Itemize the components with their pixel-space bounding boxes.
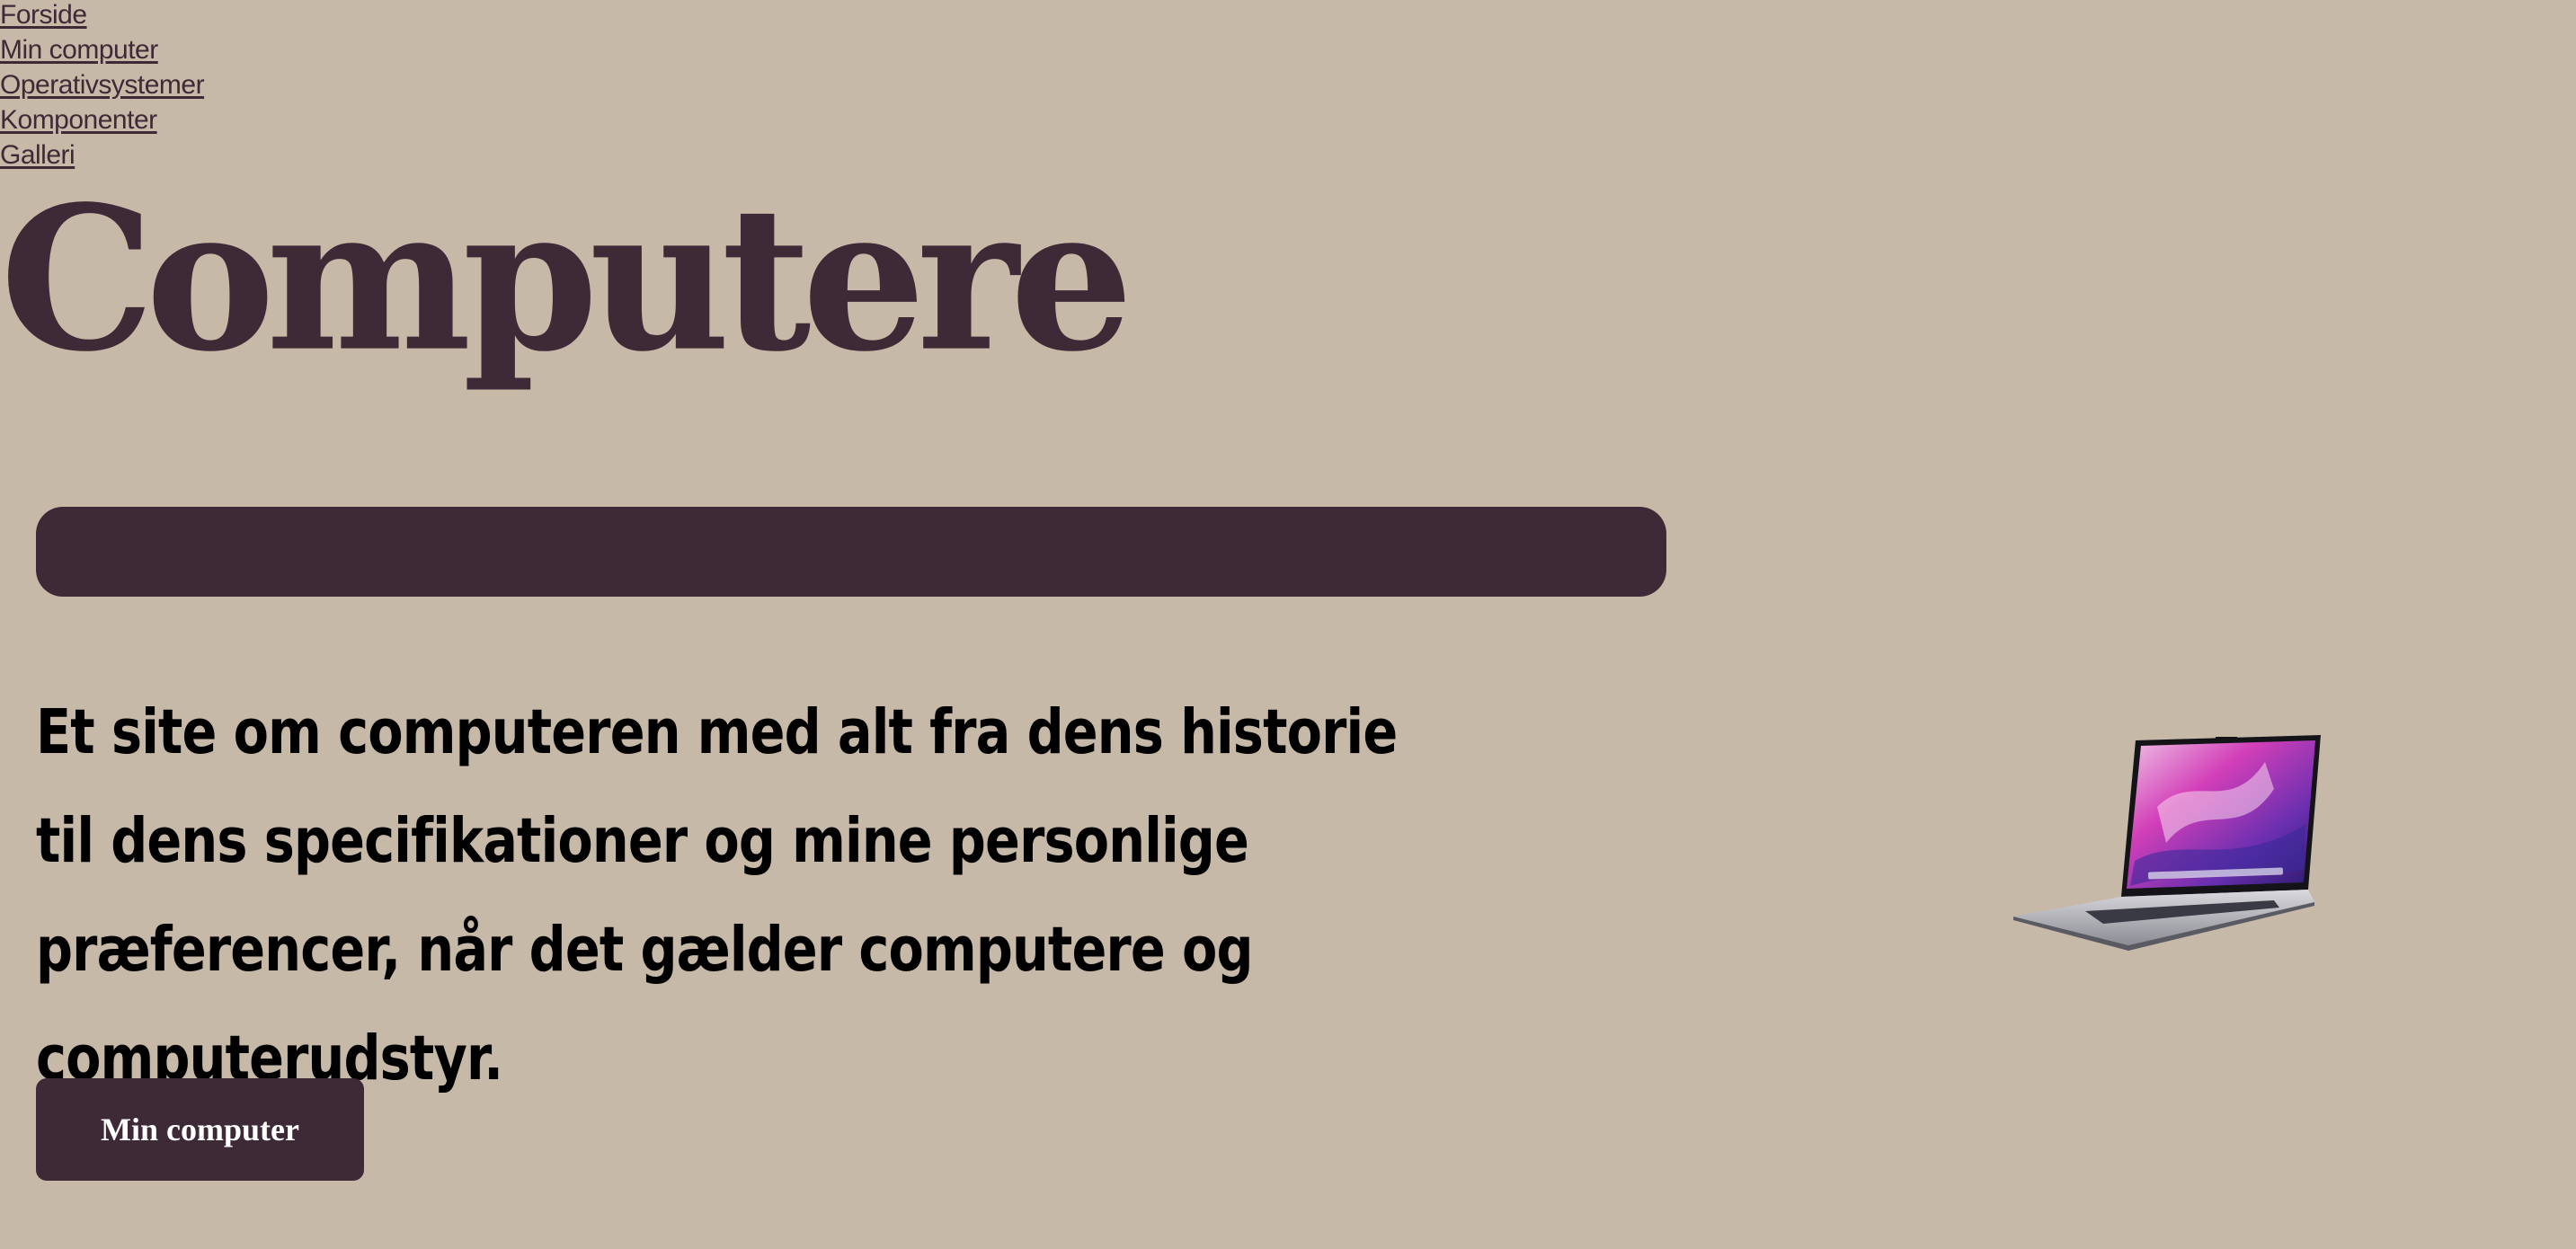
laptop-image <box>2013 735 2321 951</box>
intro-text: Et site om computeren med alt fra dens h… <box>36 696 1398 1094</box>
nav-link-min-computer[interactable]: Min computer <box>0 35 158 65</box>
nav-item: Komponenter <box>0 105 204 140</box>
nav-link-forside[interactable]: Forside <box>0 0 87 30</box>
nav-link-operativsystemer[interactable]: Operativsystemer <box>0 70 205 100</box>
nav-item: Forside <box>0 0 204 35</box>
page-title: Computere <box>0 162 1133 395</box>
decorative-bar <box>36 507 1666 597</box>
main-nav: Forside Min computer Operativsystemer Ko… <box>0 0 205 175</box>
nav-link-komponenter[interactable]: Komponenter <box>0 105 157 135</box>
nav-item: Operativsystemer <box>0 70 205 105</box>
min-computer-button[interactable]: Min computer <box>36 1078 364 1181</box>
nav-item: Min computer <box>0 35 204 70</box>
